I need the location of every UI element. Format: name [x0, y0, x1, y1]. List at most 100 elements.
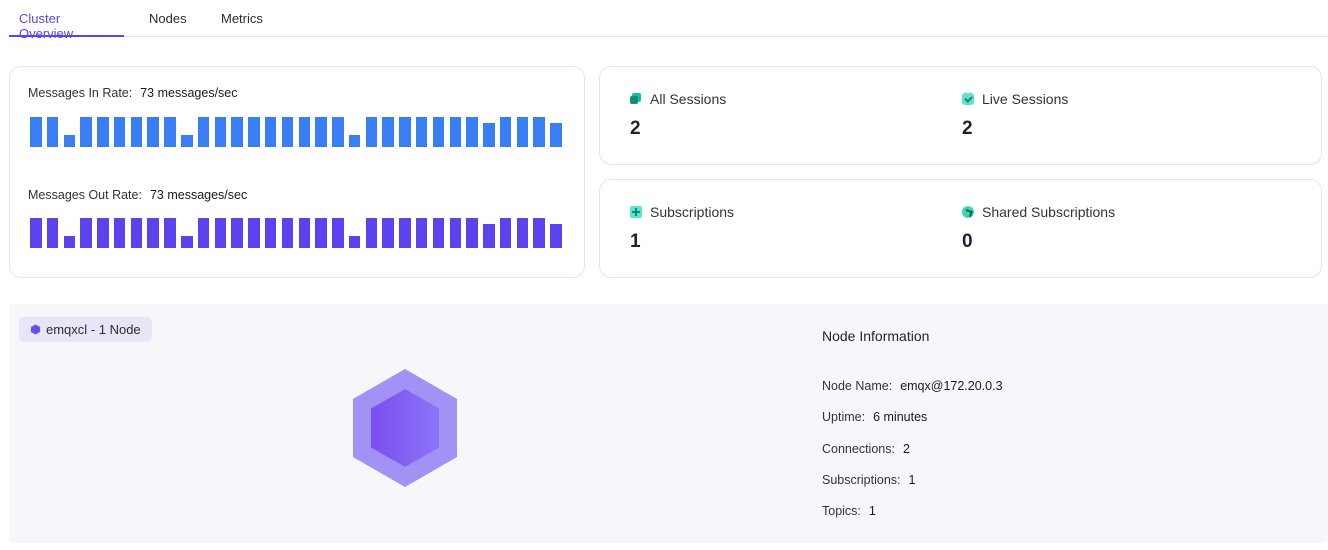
- messages-out-rate-bar: [147, 218, 159, 248]
- messages-out-rate-bar: [80, 218, 92, 248]
- messages-in-rate-bar: [298, 117, 310, 147]
- subscriptions-value: 1: [630, 231, 641, 252]
- live-sessions-value: 2: [962, 118, 973, 139]
- messages-in-rate-bar: [97, 117, 109, 147]
- messages-out-rate-bar: [348, 236, 361, 248]
- node-hexagon-icon[interactable]: [351, 368, 459, 488]
- subscriptions-icon: [630, 206, 642, 218]
- messages-in-rate-bar: [365, 117, 378, 147]
- messages-out-rate-bar: [63, 236, 76, 248]
- messages-out-rate-bar: [113, 218, 126, 248]
- tab-nodes[interactable]: Nodes: [149, 11, 187, 36]
- messages-in-rate-bar: [30, 117, 42, 147]
- topics-row: Topics: 1: [822, 504, 876, 518]
- messages-in-rate-chart: [30, 117, 567, 147]
- shared-subscriptions-icon: [962, 206, 974, 218]
- sessions-icon: [630, 93, 642, 105]
- messages-out-rate-bar: [97, 218, 109, 248]
- messages-in-rate-bar: [130, 117, 143, 147]
- messages-out-rate-bar: [415, 218, 428, 248]
- messages-out-rate-bar: [533, 218, 545, 248]
- messages-out-rate-bar: [315, 218, 327, 248]
- messages-in-rate-bar: [449, 117, 462, 147]
- messages-in-rate-bar: [46, 117, 59, 147]
- messages-out-rate-bar: [499, 218, 512, 248]
- messages-out-rate-bar: [432, 218, 445, 248]
- topics-value: 1: [868, 504, 876, 518]
- messages-in-rate-bar: [113, 117, 126, 147]
- messages-out-rate-bar: [483, 224, 495, 248]
- messages-out-rate-bar: [130, 218, 143, 248]
- uptime-label: Uptime:: [822, 410, 866, 424]
- node-subscriptions-row: Subscriptions: 1: [822, 473, 915, 487]
- messages-in-rate-bar: [248, 117, 260, 147]
- messages-out-rate-bar: [449, 218, 462, 248]
- subscriptions-label: Subscriptions: [650, 204, 735, 220]
- node-subscriptions-value: 1: [908, 473, 916, 487]
- messages-out-rate-bar: [30, 218, 42, 248]
- node-name-row: Node Name: emqx@172.20.0.3: [822, 379, 1003, 393]
- live-sessions-label: Live Sessions: [982, 91, 1069, 107]
- messages-out-rate-bar: [332, 218, 344, 248]
- messages-out-rate-value: 73 messages/sec: [149, 188, 248, 202]
- messages-in-rate-bar: [550, 123, 562, 147]
- tab-metrics[interactable]: Metrics: [221, 11, 263, 36]
- messages-in-rate-bar: [147, 117, 159, 147]
- messages-in-rate-bar: [382, 117, 394, 147]
- cluster-tag-label: emqxcl - 1 Node: [46, 322, 141, 337]
- messages-out-rate-label: Messages Out Rate: 73 messages/sec: [28, 188, 247, 202]
- messages-in-rate-bar: [483, 123, 495, 147]
- connections-row: Connections: 2: [822, 442, 910, 456]
- messages-in-rate-bar: [348, 135, 361, 147]
- messages-in-rate-bar: [181, 135, 193, 147]
- tab-bar: Cluster Overview Nodes Metrics: [9, 0, 1328, 41]
- messages-in-rate-bar: [516, 117, 529, 147]
- messages-out-rate-title: Messages Out Rate:: [28, 188, 142, 202]
- messages-in-rate-bar: [197, 117, 210, 147]
- connections-label: Connections:: [822, 442, 895, 456]
- messages-in-rate-bar: [399, 117, 411, 147]
- topics-label: Topics:: [822, 504, 861, 518]
- messages-out-rate-bar: [181, 236, 193, 248]
- message-rate-card: Messages In Rate: 73 messages/sec Message…: [9, 66, 585, 278]
- all-sessions-value: 2: [630, 118, 641, 139]
- messages-in-rate-label: Messages In Rate: 73 messages/sec: [28, 86, 238, 100]
- messages-in-rate-bar: [432, 117, 445, 147]
- messages-out-rate-bar: [516, 218, 529, 248]
- messages-in-rate-value: 73 messages/sec: [140, 86, 238, 100]
- messages-out-rate-bar: [248, 218, 260, 248]
- messages-in-rate-bar: [332, 117, 344, 147]
- shared-subscriptions-value: 0: [962, 231, 973, 252]
- messages-out-rate-chart: [30, 218, 567, 248]
- messages-in-rate-bar: [214, 117, 227, 147]
- messages-out-rate-bar: [264, 218, 277, 248]
- messages-out-rate-bar: [382, 218, 394, 248]
- messages-in-rate-bar: [80, 117, 92, 147]
- messages-in-rate-title: Messages In Rate:: [28, 86, 133, 100]
- messages-in-rate-bar: [466, 117, 478, 147]
- cluster-panel: emqxcl - 1 Node Node Information Node Na…: [9, 304, 1328, 543]
- messages-in-rate-bar: [63, 135, 76, 147]
- sessions-card: All Sessions 2 Live Sessions 2: [599, 66, 1322, 165]
- messages-out-rate-bar: [197, 218, 210, 248]
- messages-in-rate-bar: [533, 117, 545, 147]
- messages-out-rate-bar: [164, 218, 176, 248]
- cluster-hex-icon: [30, 324, 41, 335]
- messages-out-rate-bar: [231, 218, 243, 248]
- node-information-title: Node Information: [822, 328, 930, 344]
- messages-in-rate-bar: [499, 117, 512, 147]
- connections-value: 2: [902, 442, 910, 456]
- uptime-row: Uptime: 6 minutes: [822, 410, 927, 424]
- live-sessions-icon: [962, 93, 974, 105]
- tab-cluster-overview[interactable]: Cluster Overview: [9, 11, 124, 41]
- messages-in-rate-bar: [281, 117, 294, 147]
- messages-in-rate-bar: [264, 117, 277, 147]
- subscriptions-card: Subscriptions 1 Shared Subscriptions 0: [599, 179, 1322, 278]
- messages-in-rate-bar: [231, 117, 243, 147]
- uptime-value: 6 minutes: [873, 410, 928, 424]
- messages-out-rate-bar: [214, 218, 227, 248]
- messages-out-rate-bar: [365, 218, 378, 248]
- messages-out-rate-bar: [399, 218, 411, 248]
- messages-out-rate-bar: [550, 224, 562, 248]
- messages-out-rate-bar: [466, 218, 478, 248]
